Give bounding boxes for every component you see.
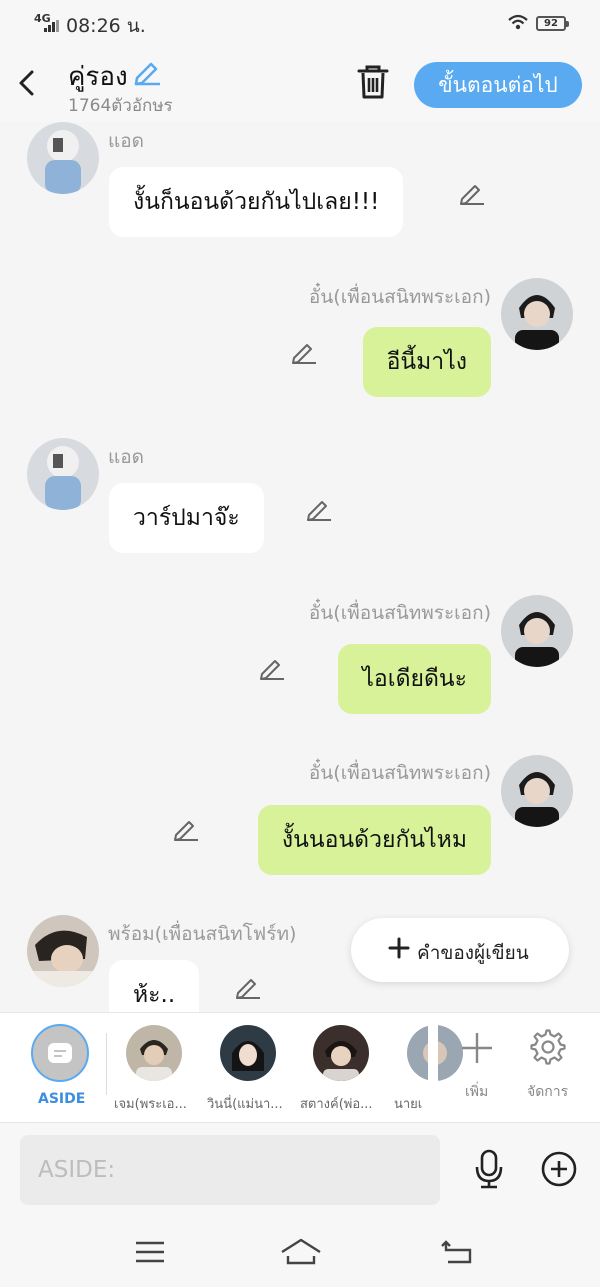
home-icon[interactable] [280,1236,322,1266]
signal-icon [44,20,60,32]
sender-name: แอด [108,130,144,152]
character-name: วินนี่(แม่นา... [207,1097,283,1112]
edit-title-pencil-icon[interactable] [132,58,162,86]
next-step-button[interactable]: ขั้นตอนต่อไป [414,62,582,108]
manage-label: จัดการ [527,1084,569,1100]
add-character-plus-icon[interactable] [460,1031,494,1065]
battery-icon: 92 [536,16,569,31]
clock: 08:26 น. [66,15,146,37]
microphone-icon[interactable] [472,1149,506,1189]
message-bubble[interactable]: อีนี้มาไง [362,327,491,397]
plus-icon [388,937,410,959]
avatar-prom[interactable] [27,915,99,987]
author-note-button[interactable]: คำของผู้เขียน [351,918,569,982]
edit-message-pencil-icon[interactable] [458,180,486,206]
avatar-aun[interactable] [501,755,573,827]
character-avatar-jem[interactable] [126,1025,182,1081]
divider [106,1033,107,1095]
message-bubble[interactable]: วาร์ปมาจ๊ะ [109,483,264,553]
avatar-aun[interactable] [501,595,573,667]
wifi-icon [508,14,528,30]
message-input[interactable] [20,1135,440,1205]
character-bar: ASIDE เจม(พระเอ... วินนี่(แม่นา... สตางค… [0,1012,600,1123]
character-avatar-satang[interactable] [313,1025,369,1081]
character-name: เจม(พระเอ... [114,1097,187,1112]
avatar-aun[interactable] [501,278,573,350]
status-bar: 4G 08:26 น. 92 [0,0,600,46]
edit-message-pencil-icon[interactable] [258,655,286,681]
sender-name: อั๋น(เพื่อนสนิทพระเอก) [308,762,491,784]
character-count: 1764ตัวอักษร [68,96,173,116]
back-nav-icon[interactable] [440,1238,474,1266]
chat-area[interactable]: แอด งั้นก็นอนด้วยกันไปเลย!!! อั๋น(เพื่อน… [0,122,600,1012]
menu-icon[interactable] [134,1238,166,1266]
sender-name: อั๋น(เพื่อนสนิทพระเอก) [308,286,491,308]
sender-name: อั๋น(เพื่อนสนิทพระเอก) [308,602,491,624]
edit-message-pencil-icon[interactable] [290,339,318,365]
edit-message-pencil-icon[interactable] [305,496,333,522]
input-bar [0,1122,600,1218]
back-arrow-icon[interactable] [12,66,42,100]
scroll-mask [428,1013,438,1123]
aside-chat-icon [48,1043,72,1063]
header-bar: คู่รอง 1764ตัวอักษร ขั้นตอนต่อไป [0,46,600,122]
sender-name: พร้อม(เพื่อนสนิทโฟร์ท) [108,923,297,945]
character-avatar-winnie[interactable] [220,1025,276,1081]
aside-button[interactable] [31,1024,89,1082]
add-character-label: เพิ่ม [465,1084,489,1100]
page-title: คู่รอง [68,62,128,92]
system-nav-bar [0,1218,600,1287]
sender-name: แอด [108,446,144,468]
author-note-label: คำของผู้เขียน [417,942,529,964]
message-bubble[interactable]: ห้ะ.. [109,960,200,1012]
avatar-ad[interactable] [27,122,99,194]
character-name: สตางค์(พ่อ... [300,1097,373,1112]
trash-icon[interactable] [356,64,390,100]
edit-message-pencil-icon[interactable] [234,974,262,1000]
message-bubble[interactable]: งั้นนอนด้วยกันไหม [257,805,491,875]
aside-label: ASIDE [38,1091,86,1107]
message-bubble[interactable]: ไอเดียดีนะ [338,644,491,714]
edit-message-pencil-icon[interactable] [172,816,200,842]
gear-icon[interactable] [530,1029,566,1065]
message-bubble[interactable]: งั้นก็นอนด้วยกันไปเลย!!! [109,167,404,237]
add-attachment-icon[interactable] [540,1150,578,1188]
avatar-ad[interactable] [27,438,99,510]
character-name: นายเ [394,1097,423,1112]
